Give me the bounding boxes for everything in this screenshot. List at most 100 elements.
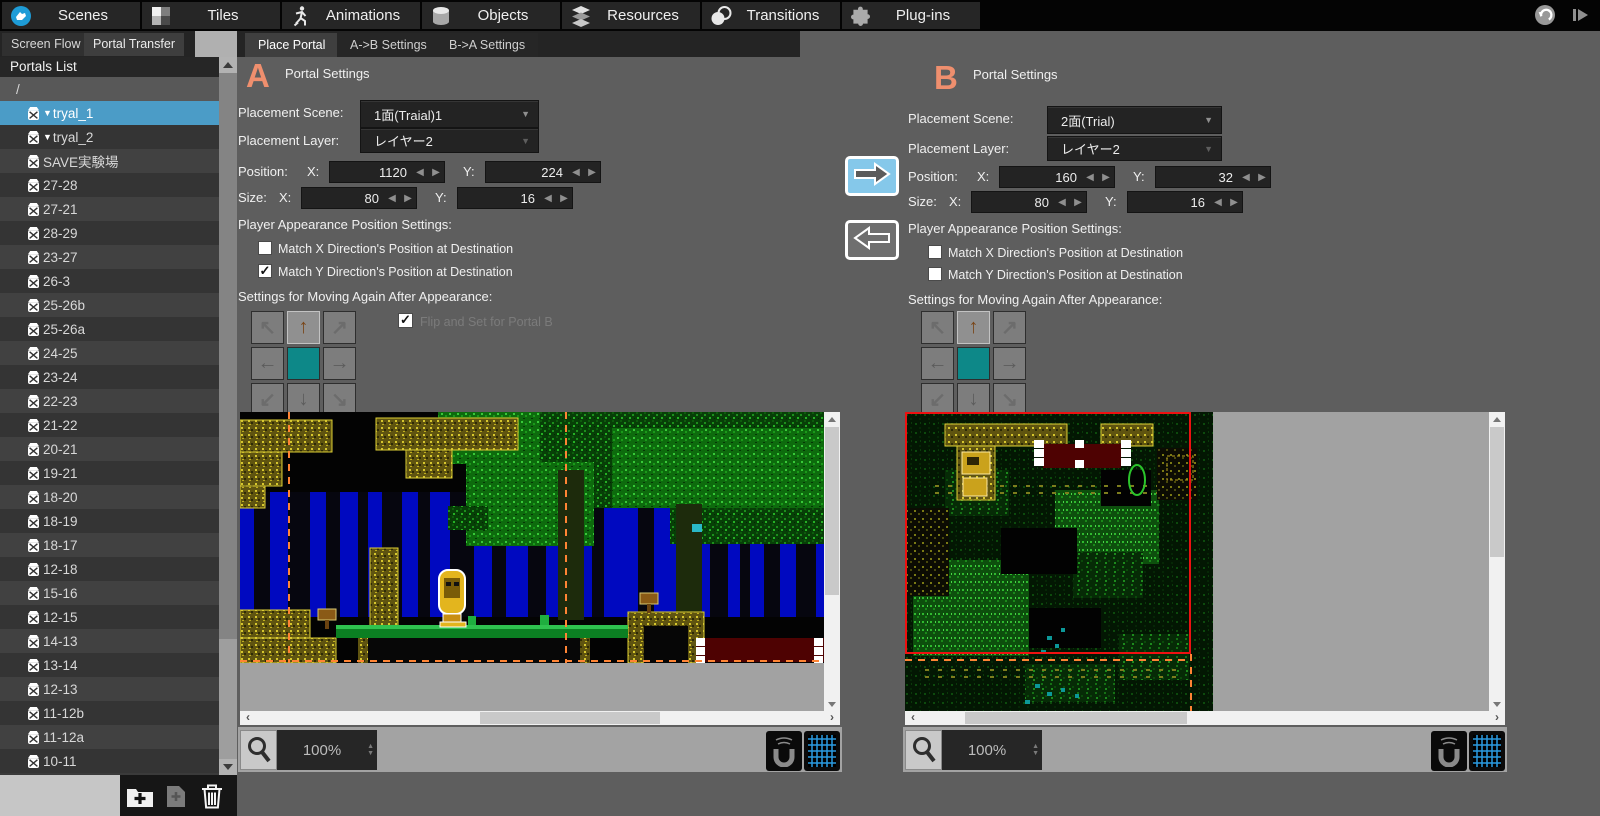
match-x-checkbox[interactable]	[928, 245, 942, 259]
copy-a-to-b-button[interactable]	[845, 156, 899, 196]
decrement-icon[interactable]: ◀	[1054, 197, 1070, 208]
menu-tab-animations[interactable]: Animations	[282, 2, 420, 29]
position-x-input[interactable]: 1120◀▶	[329, 161, 445, 183]
tab-place-portal[interactable]: Place Portal	[245, 33, 338, 57]
portals-list-scrollbar[interactable]	[219, 57, 237, 775]
vertical-scrollbar[interactable]	[1489, 412, 1505, 711]
portal-list-item[interactable]: 27-28	[0, 173, 219, 197]
scroll-right-icon[interactable]: ›	[824, 711, 840, 725]
size-x-input[interactable]: 80◀▶	[971, 191, 1087, 213]
portal-list-item[interactable]: 11-12b	[0, 701, 219, 725]
position-x-input[interactable]: 160◀▶	[999, 166, 1115, 188]
menu-tab-objects[interactable]: Objects	[422, 2, 560, 29]
menu-tab-tiles[interactable]: Tiles	[142, 2, 280, 29]
decrement-icon[interactable]: ◀	[1238, 172, 1254, 183]
scene-canvas-b[interactable]	[905, 412, 1489, 711]
undo-icon[interactable]	[1534, 4, 1556, 31]
increment-icon[interactable]: ▶	[400, 193, 416, 204]
grid-toggle-icon[interactable]	[1469, 731, 1505, 771]
grid-toggle-icon[interactable]	[804, 731, 840, 771]
magnifier-icon[interactable]	[905, 730, 942, 770]
match-x-checkbox[interactable]	[258, 241, 272, 255]
add-item-icon[interactable]	[160, 781, 192, 811]
tab-b-to-a-settings[interactable]: B->A Settings	[436, 33, 538, 57]
placement-scene-select[interactable]: 1面(Traial)1▼	[360, 100, 539, 128]
increment-icon[interactable]: ▶	[1098, 172, 1114, 183]
scroll-left-icon[interactable]: ‹	[240, 711, 256, 725]
snap-magnet-icon[interactable]	[766, 731, 802, 771]
direction-up-button[interactable]: ↑	[957, 311, 990, 344]
portal-list-item[interactable]: 11-12a	[0, 725, 219, 749]
direction-right-button[interactable]: →	[993, 347, 1026, 380]
direction-left-button[interactable]: ←	[921, 347, 954, 380]
placement-layer-select[interactable]: レイヤー2▼	[1047, 136, 1222, 161]
menu-tab-transitions[interactable]: Transitions	[702, 2, 840, 29]
portal-list-item[interactable]: 12-18	[0, 557, 219, 581]
tab-screen-flow[interactable]: Screen Flow	[2, 33, 89, 56]
portal-list-item[interactable]: 27-21	[0, 197, 219, 221]
scrollbar-thumb[interactable]	[219, 73, 237, 639]
portal-list-item[interactable]: SAVE実験場	[0, 149, 219, 173]
match-y-checkbox[interactable]	[928, 267, 942, 281]
direction-center-cell[interactable]	[287, 347, 320, 380]
delete-icon[interactable]	[196, 781, 228, 811]
scene-canvas-a[interactable]	[240, 412, 824, 711]
scrollbar-thumb[interactable]	[1490, 427, 1504, 557]
menu-tab-scenes[interactable]: Scenes	[2, 2, 140, 29]
scroll-right-icon[interactable]: ›	[1489, 711, 1505, 725]
portal-list-item[interactable]: ▼tryal_2	[0, 125, 219, 149]
scrollbar-thumb[interactable]	[480, 712, 660, 724]
zoom-level-input[interactable]: 100% ▲▼	[277, 730, 377, 770]
expand-arrow-icon[interactable]: ▼	[43, 108, 52, 118]
decrement-icon[interactable]: ◀	[540, 193, 556, 204]
portal-list-item[interactable]: 21-22	[0, 413, 219, 437]
portal-list-item[interactable]: 26-3	[0, 269, 219, 293]
copy-b-to-a-button[interactable]	[845, 220, 899, 260]
decrement-icon[interactable]: ◀	[1210, 197, 1226, 208]
decrement-icon[interactable]: ◀	[412, 167, 428, 178]
portal-list-item[interactable]: 13-14	[0, 653, 219, 677]
direction-up-left-button[interactable]: ↖	[251, 311, 284, 344]
portal-list-item[interactable]: 28-29	[0, 221, 219, 245]
zoom-spinner[interactable]: ▲▼	[367, 743, 374, 757]
expand-arrow-icon[interactable]: ▼	[43, 132, 52, 142]
portal-list-item[interactable]: 18-17	[0, 533, 219, 557]
direction-up-button[interactable]: ↑	[287, 311, 320, 344]
scrollbar-thumb[interactable]	[965, 712, 1187, 724]
increment-icon[interactable]: ▶	[1226, 197, 1242, 208]
magnifier-icon[interactable]	[240, 730, 277, 770]
portal-list-item[interactable]: 12-15	[0, 605, 219, 629]
portal-root-row[interactable]: /	[0, 77, 219, 101]
scroll-down-icon[interactable]	[1489, 697, 1505, 711]
vertical-scrollbar[interactable]	[824, 412, 840, 711]
flip-checkbox[interactable]	[398, 313, 413, 328]
increment-icon[interactable]: ▶	[428, 167, 444, 178]
size-x-input[interactable]: 80◀▶	[301, 187, 417, 209]
scroll-down-icon[interactable]	[824, 697, 840, 711]
portal-list-item[interactable]: 23-27	[0, 245, 219, 269]
direction-up-right-button[interactable]: ↗	[323, 311, 356, 344]
horizontal-scrollbar[interactable]: ‹ ›	[905, 711, 1505, 725]
direction-right-button[interactable]: →	[323, 347, 356, 380]
increment-icon[interactable]: ▶	[1254, 172, 1270, 183]
position-y-input[interactable]: 32◀▶	[1155, 166, 1271, 188]
snap-magnet-icon[interactable]	[1431, 731, 1467, 771]
portal-list-item[interactable]: 25-26b	[0, 293, 219, 317]
decrement-icon[interactable]: ◀	[568, 167, 584, 178]
scroll-up-icon[interactable]	[824, 412, 840, 426]
placement-layer-select[interactable]: レイヤー2▼	[360, 128, 539, 153]
direction-center-cell[interactable]	[957, 347, 990, 380]
scroll-up-icon[interactable]	[219, 57, 237, 73]
increment-icon[interactable]: ▶	[584, 167, 600, 178]
horizontal-scrollbar[interactable]: ‹ ›	[240, 711, 840, 725]
match-y-checkbox[interactable]	[258, 264, 272, 278]
scroll-left-icon[interactable]: ‹	[905, 711, 921, 725]
menu-tab-resources[interactable]: Resources	[562, 2, 700, 29]
direction-left-button[interactable]: ←	[251, 347, 284, 380]
size-y-input[interactable]: 16◀▶	[457, 187, 573, 209]
position-y-input[interactable]: 224◀▶	[485, 161, 601, 183]
decrement-icon[interactable]: ◀	[384, 193, 400, 204]
scroll-down-icon[interactable]	[219, 759, 237, 775]
portal-list-item[interactable]: 18-20	[0, 485, 219, 509]
portal-list-item[interactable]: 19-21	[0, 461, 219, 485]
